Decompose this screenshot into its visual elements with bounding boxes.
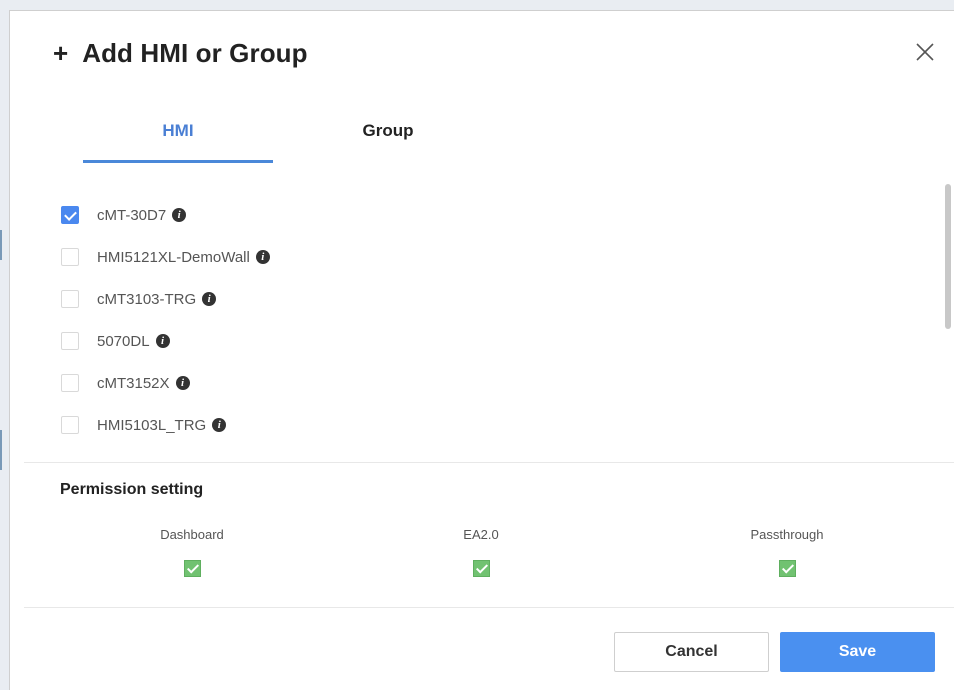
- permission-checkbox[interactable]: [778, 560, 796, 577]
- list-item[interactable]: cMT3152X i: [61, 362, 921, 404]
- list-scrollbar[interactable]: [945, 184, 951, 329]
- background-edge: [0, 430, 2, 470]
- info-icon[interactable]: i: [175, 376, 190, 390]
- list-item[interactable]: HMI5103L_TRG i: [61, 404, 921, 446]
- page-background: + Add HMI or Group HMI Group cMT-30D7 i …: [0, 0, 954, 690]
- hmi-label: cMT-30D7: [97, 206, 167, 224]
- info-icon[interactable]: i: [172, 208, 187, 222]
- tab-hmi[interactable]: HMI: [83, 101, 273, 163]
- divider: [24, 607, 954, 608]
- hmi-checkbox[interactable]: [61, 290, 79, 308]
- save-button[interactable]: Save: [780, 632, 935, 672]
- hmi-label: cMT3152X: [97, 374, 170, 392]
- permission-passthrough: Passthrough: [707, 527, 867, 577]
- permission-checkbox[interactable]: [183, 560, 201, 577]
- dialog-header: + Add HMI or Group: [53, 38, 308, 69]
- permission-dashboard: Dashboard: [112, 527, 272, 577]
- list-item[interactable]: 5070DL i: [61, 320, 921, 362]
- dialog-title: Add HMI or Group: [82, 38, 308, 68]
- info-icon[interactable]: i: [212, 418, 227, 432]
- hmi-checkbox[interactable]: [61, 206, 79, 224]
- info-icon[interactable]: i: [202, 292, 217, 306]
- hmi-checkbox[interactable]: [61, 416, 79, 434]
- hmi-label: cMT3103-TRG: [97, 290, 197, 308]
- close-icon[interactable]: [914, 41, 936, 63]
- divider: [24, 462, 954, 463]
- permission-label: Passthrough: [750, 527, 824, 542]
- hmi-list: cMT-30D7 i HMI5121XL-DemoWall i cMT3103-…: [61, 194, 921, 446]
- permission-ea20: EA2.0: [401, 527, 561, 577]
- info-icon[interactable]: i: [155, 334, 170, 348]
- hmi-checkbox[interactable]: [61, 374, 79, 392]
- permission-checkbox[interactable]: [472, 560, 490, 577]
- add-hmi-dialog: + Add HMI or Group HMI Group cMT-30D7 i …: [9, 10, 954, 690]
- tab-bar: HMI Group: [83, 101, 503, 163]
- hmi-label: HMI5121XL-DemoWall: [97, 248, 250, 266]
- hmi-checkbox[interactable]: [61, 248, 79, 266]
- tab-group[interactable]: Group: [333, 101, 443, 161]
- hmi-label: 5070DL: [97, 332, 150, 350]
- list-item[interactable]: cMT-30D7 i: [61, 194, 921, 236]
- cancel-button[interactable]: Cancel: [614, 632, 769, 672]
- background-edge: [0, 230, 2, 260]
- list-item[interactable]: cMT3103-TRG i: [61, 278, 921, 320]
- info-icon[interactable]: i: [255, 250, 270, 264]
- hmi-checkbox[interactable]: [61, 332, 79, 350]
- hmi-label: HMI5103L_TRG: [97, 416, 207, 434]
- permission-label: Dashboard: [160, 527, 224, 542]
- list-item[interactable]: HMI5121XL-DemoWall i: [61, 236, 921, 278]
- permission-label: EA2.0: [463, 527, 499, 542]
- plus-icon: +: [53, 37, 69, 68]
- permission-title: Permission setting: [60, 481, 204, 498]
